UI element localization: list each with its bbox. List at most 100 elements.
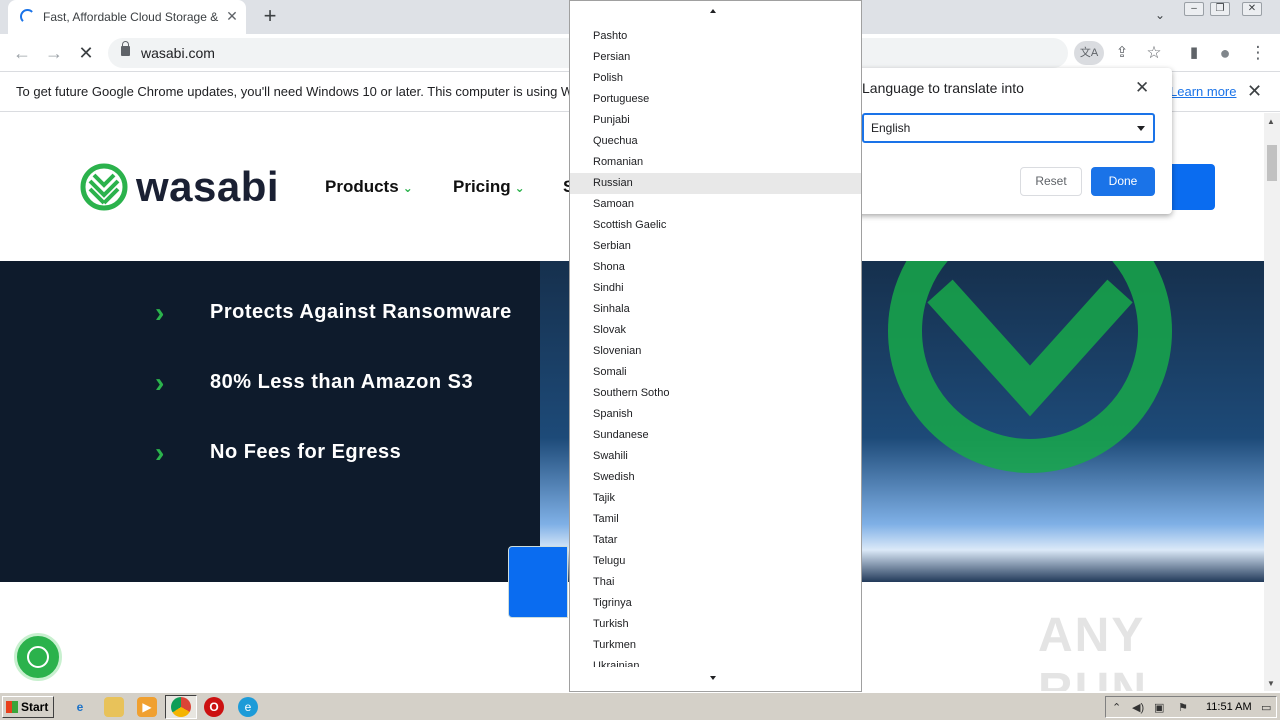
- dropdown-caret-icon: [1137, 126, 1145, 131]
- tab-search-chevron-icon[interactable]: ⌄: [1150, 8, 1170, 26]
- infobar-close-icon[interactable]: ✕: [1247, 81, 1262, 102]
- side-panel-icon[interactable]: ▮: [1182, 41, 1206, 65]
- green-chevron-icon: ›: [155, 437, 165, 468]
- language-option[interactable]: Persian: [570, 47, 861, 68]
- hero-bullet-text: Protects Against Ransomware: [210, 301, 512, 323]
- menu-kebab-icon[interactable]: ⋮: [1246, 41, 1270, 65]
- start-label: Start: [21, 700, 49, 714]
- volume-icon[interactable]: ◀): [1132, 701, 1144, 714]
- page-scrollbar[interactable]: ▲ ▼: [1264, 113, 1280, 691]
- scroll-down-arrow-icon[interactable]: ▼: [1267, 679, 1275, 688]
- scroll-up-caret-icon[interactable]: [710, 9, 716, 13]
- show-desktop-icon[interactable]: ▭: [1261, 701, 1271, 714]
- url-text: wasabi.com: [141, 45, 215, 61]
- windows-logo-icon: [6, 701, 18, 713]
- opera-icon[interactable]: O: [204, 697, 224, 717]
- file-explorer-icon[interactable]: [104, 697, 124, 717]
- language-option[interactable]: Swedish: [570, 467, 861, 488]
- hero-bullet: › 80% Less than Amazon S3: [155, 368, 575, 398]
- network-icon[interactable]: ▣: [1154, 701, 1164, 714]
- scroll-up-arrow-icon[interactable]: ▲: [1267, 117, 1275, 126]
- language-option[interactable]: Thai: [570, 572, 861, 593]
- language-dropdown-list: Pashto Persian Polish Portuguese Punjabi Quec…: [569, 0, 862, 692]
- language-option[interactable]: Turkish: [570, 614, 861, 635]
- target-language-select[interactable]: English: [862, 113, 1155, 143]
- green-chevron-icon: ›: [155, 297, 165, 328]
- bubble-close-icon[interactable]: ✕: [1135, 78, 1149, 98]
- cookie-icon: [27, 646, 49, 668]
- restore-button[interactable]: ❐: [1210, 2, 1230, 16]
- language-option[interactable]: Tajik: [570, 488, 861, 509]
- translate-icon[interactable]: 文A: [1074, 41, 1104, 65]
- language-option[interactable]: Somali: [570, 362, 861, 383]
- action-center-flag-icon[interactable]: ⚑: [1178, 701, 1188, 714]
- language-option[interactable]: Ukrainian: [570, 656, 861, 667]
- nav-pricing[interactable]: Pricing ⌄: [453, 177, 525, 197]
- language-option[interactable]: Sindhi: [570, 278, 861, 299]
- language-option[interactable]: Pashto: [570, 26, 861, 47]
- language-option[interactable]: Sundanese: [570, 425, 861, 446]
- scroll-down-caret-icon[interactable]: [710, 676, 716, 680]
- scrollbar-thumb[interactable]: [1267, 145, 1277, 181]
- tab-title: Fast, Affordable Cloud Storage & Se: [43, 10, 219, 24]
- lock-icon[interactable]: [121, 41, 130, 56]
- wasabi-logo-mark-icon: [80, 163, 128, 211]
- infobar-message: To get future Google Chrome updates, you…: [16, 84, 591, 99]
- language-option[interactable]: Shona: [570, 257, 861, 278]
- taskbar-chrome-active[interactable]: [165, 695, 197, 719]
- language-option[interactable]: Telugu: [570, 551, 861, 572]
- learn-more-link[interactable]: Learn more: [1170, 84, 1236, 99]
- hero-bullet-text: No Fees for Egress: [210, 441, 402, 463]
- chevron-down-icon: ⌄: [514, 181, 525, 195]
- language-option[interactable]: Quechua: [570, 131, 861, 152]
- stop-loading-icon[interactable]: ✕: [74, 41, 98, 65]
- window-close-button[interactable]: ✕: [1242, 2, 1262, 16]
- wasabi-logo[interactable]: wasabi: [80, 163, 290, 213]
- minimize-button[interactable]: –: [1184, 2, 1204, 16]
- back-arrow-icon[interactable]: ←: [10, 41, 34, 65]
- nav-products[interactable]: Products ⌄: [325, 177, 413, 197]
- done-button[interactable]: Done: [1091, 167, 1155, 196]
- language-option[interactable]: Slovenian: [570, 341, 861, 362]
- translate-bubble: Language to translate into ✕ English Res…: [846, 68, 1172, 214]
- language-option[interactable]: Samoan: [570, 194, 861, 215]
- hero-cta-button[interactable]: [508, 546, 568, 618]
- share-icon[interactable]: ⇪: [1110, 41, 1134, 65]
- reset-button[interactable]: Reset: [1020, 167, 1082, 196]
- windows-taskbar: Start e ▶ O e ⌃ ◀) ▣ ⚑ 11:51 AM ▭: [0, 692, 1280, 720]
- browser-tab[interactable]: Fast, Affordable Cloud Storage & Se ✕: [8, 0, 246, 34]
- header-cta-button[interactable]: [1170, 164, 1215, 210]
- bookmark-star-icon[interactable]: ☆: [1142, 41, 1166, 65]
- tray-expand-icon[interactable]: ⌃: [1112, 701, 1121, 714]
- forward-arrow-icon[interactable]: →: [42, 41, 66, 65]
- language-option[interactable]: Tamil: [570, 509, 861, 530]
- language-option[interactable]: Scottish Gaelic: [570, 215, 861, 236]
- internet-explorer-icon[interactable]: e: [70, 697, 90, 717]
- language-options: Pashto Persian Polish Portuguese Punjabi Quec…: [570, 26, 861, 667]
- cookie-settings-button[interactable]: [14, 633, 62, 681]
- language-option[interactable]: Turkmen: [570, 635, 861, 656]
- language-option[interactable]: Slovak: [570, 320, 861, 341]
- new-tab-button[interactable]: +: [258, 4, 282, 28]
- language-option[interactable]: Tigrinya: [570, 593, 861, 614]
- chevron-down-icon: ⌄: [402, 181, 413, 195]
- edge-icon[interactable]: e: [238, 697, 258, 717]
- language-option[interactable]: Spanish: [570, 404, 861, 425]
- hero-bullet: › No Fees for Egress: [155, 438, 575, 468]
- language-option[interactable]: Polish: [570, 68, 861, 89]
- taskbar-clock: 11:51 AM: [1206, 701, 1252, 713]
- start-button[interactable]: Start: [2, 696, 54, 718]
- language-option[interactable]: Tatar: [570, 530, 861, 551]
- language-option[interactable]: Russian: [570, 173, 861, 194]
- language-option[interactable]: Serbian: [570, 236, 861, 257]
- media-player-icon[interactable]: ▶: [137, 697, 157, 717]
- language-option[interactable]: Southern Sotho: [570, 383, 861, 404]
- language-option[interactable]: Swahili: [570, 446, 861, 467]
- language-option[interactable]: Portuguese: [570, 89, 861, 110]
- tab-close-icon[interactable]: ✕: [224, 8, 240, 24]
- profile-avatar-icon[interactable]: ●: [1213, 41, 1237, 65]
- language-option[interactable]: Romanian: [570, 152, 861, 173]
- selected-language: English: [871, 121, 911, 135]
- language-option[interactable]: Punjabi: [570, 110, 861, 131]
- language-option[interactable]: Sinhala: [570, 299, 861, 320]
